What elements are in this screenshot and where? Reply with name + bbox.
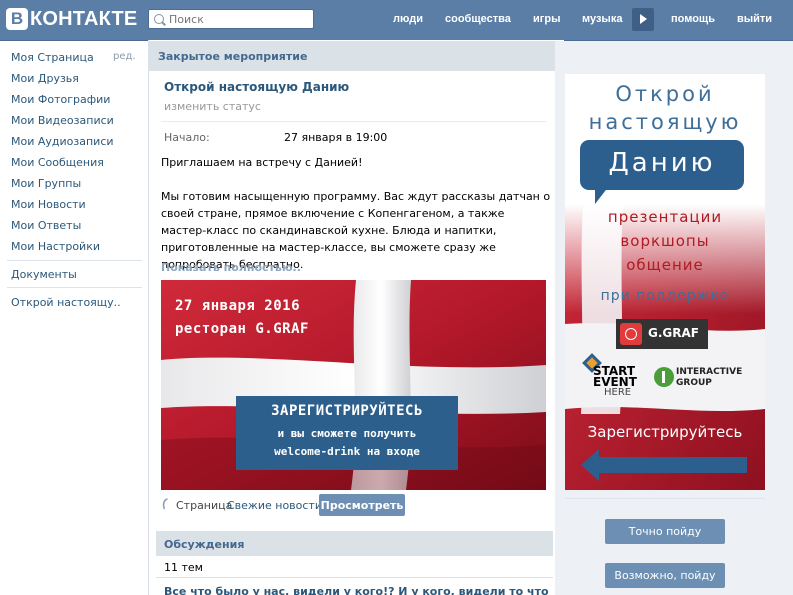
event-description: Приглашаем на встречу с Данией! Мы готов… (161, 154, 553, 273)
banner-date: 27 января 2016 (175, 298, 301, 314)
discussions-count: 11 тем (164, 561, 203, 574)
sidebar-item-audio[interactable]: Мои Аудиозаписи (11, 135, 114, 148)
change-status-link[interactable]: изменить статус (164, 100, 261, 113)
start-value: 27 января в 19:00 (284, 131, 388, 144)
search-box[interactable] (148, 9, 314, 29)
repost-icon (162, 498, 168, 510)
ggraf-logo-text: G.GRAF (648, 326, 699, 340)
edit-link[interactable]: ред. (113, 51, 136, 62)
description-intro: Приглашаем на встречу с Данией! (161, 156, 363, 169)
discussion-topic-link[interactable]: Все что было у нас, видели у кого!? И у … (164, 585, 549, 595)
poster-item: общение (626, 256, 704, 274)
discussions-header[interactable]: Обсуждения (156, 531, 553, 556)
event-poster[interactable]: Открой настоящую Данию презентации воркш… (565, 74, 765, 490)
banner-place: ресторан G.GRAF (175, 321, 309, 337)
nav-logout[interactable]: выйти (737, 13, 772, 25)
poster-support: при поддержке (600, 288, 730, 304)
nav-communities[interactable]: сообщества (445, 13, 511, 25)
sidebar-item-answers[interactable]: Мои Ответы (11, 219, 81, 232)
divider (161, 121, 546, 122)
sidebar-item-messages[interactable]: Мои Сообщения (11, 156, 104, 169)
sidebar-divider (7, 260, 142, 261)
poster-register: Зарегистрируйтесь (587, 423, 743, 441)
ggraf-logo: G.GRAF (616, 319, 708, 349)
arrow-left-icon (595, 457, 747, 473)
sidebar-item-videos[interactable]: Мои Видеозаписи (11, 114, 114, 127)
nav-people[interactable]: люди (393, 13, 423, 25)
banner-register-title: ЗАРЕГИСТРИРУЙТЕСЬ (271, 403, 423, 419)
vk-logo-text: КОНТАКТЕ (30, 7, 138, 30)
divider (565, 498, 765, 499)
source-link[interactable]: Свежие новости (227, 499, 322, 512)
poster-title: Данию (608, 148, 716, 178)
event-banner-image[interactable]: 27 января 2016 ресторан G.GRAF ЗАРЕГИСТР… (161, 280, 546, 490)
start-label: Начало: (164, 131, 210, 144)
poster-line: настоящую (588, 110, 742, 134)
vk-logo-icon: В (6, 8, 28, 30)
sidebar-item-settings[interactable]: Мои Настройки (11, 240, 100, 253)
start-event-logo-text: HERE (604, 387, 632, 398)
sidebar-item-event[interactable]: Открой настоящу.. (11, 296, 121, 309)
poster-line: Открой (615, 82, 715, 106)
maybe-going-button[interactable]: Возможно, пойду (605, 563, 725, 588)
vk-logo[interactable]: В КОНТАКТЕ (6, 6, 137, 32)
banner-register-line: и вы сможете получить (277, 427, 417, 440)
play-icon[interactable] (632, 8, 654, 31)
nav-games[interactable]: игры (533, 13, 560, 25)
section-header: Закрытое мероприятие (148, 41, 555, 71)
sidebar-item-groups[interactable]: Мои Группы (11, 177, 81, 190)
ggraf-logo-icon (620, 323, 642, 345)
nav-help[interactable]: помощь (671, 13, 715, 25)
banner-register-line: welcome-drink на входе (274, 445, 420, 458)
poster-item: презентации (607, 208, 723, 226)
arrow-left-icon-head (581, 449, 599, 481)
going-button[interactable]: Точно пойду (605, 519, 725, 544)
section-title: Закрытое мероприятие (158, 50, 308, 63)
top-header-bar: В КОНТАКТЕ люди сообщества игры музыка п… (0, 0, 793, 41)
nav-music[interactable]: музыка (582, 13, 622, 25)
poster-bubble-tail (595, 186, 609, 204)
interactive-group-logo-text: INTERACTIVE (676, 367, 743, 377)
poster-item: воркшопы (620, 232, 710, 250)
view-button[interactable]: Просмотреть (319, 494, 405, 516)
search-icon (154, 14, 164, 24)
source-prefix: Страница (176, 499, 233, 512)
sidebar-divider (7, 287, 142, 288)
sidebar-item-photos[interactable]: Мои Фотографии (11, 93, 110, 106)
discussions-title: Обсуждения (164, 538, 245, 551)
interactive-group-logo-icon (654, 367, 674, 387)
event-title: Открой настоящую Данию (164, 80, 350, 94)
interactive-group-logo-text: GROUP (676, 378, 712, 388)
show-more-link[interactable]: Показать полностью.. (161, 261, 301, 274)
search-input[interactable] (169, 10, 309, 28)
banner-register-box: ЗАРЕГИСТРИРУЙТЕСЬ и вы сможете получить … (236, 396, 458, 470)
sidebar-item-friends[interactable]: Мои Друзья (11, 72, 79, 85)
sidebar-item-news[interactable]: Мои Новости (11, 198, 86, 211)
sidebar-item-my-page[interactable]: Моя Страница (11, 51, 94, 64)
divider (156, 577, 553, 578)
sidebar-item-documents[interactable]: Документы (11, 268, 77, 281)
